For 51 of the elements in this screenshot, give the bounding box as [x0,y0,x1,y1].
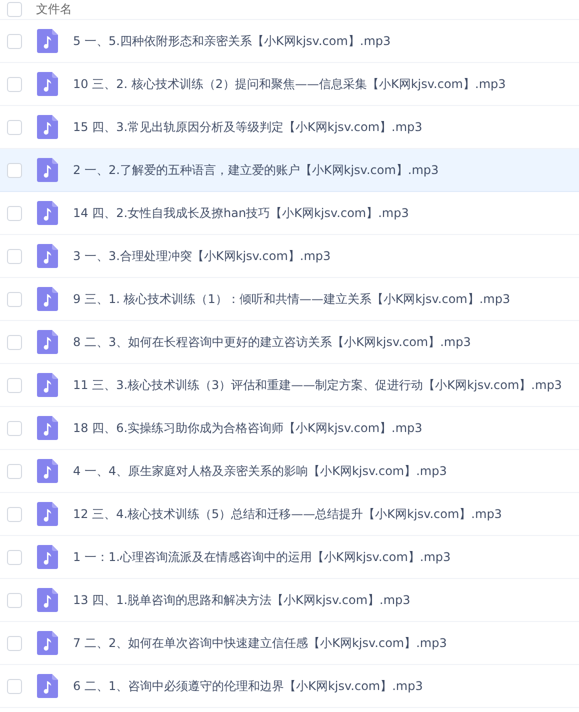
file-name: 10 三、2. 核心技术训练（2）提问和聚焦——信息采集【小K网kjsv.com】.mp3 [73,76,506,92]
file-name: 3 一、3.合理处理冲突【小K网kjsv.com】.mp3 [73,248,331,264]
file-name: 5 一、5.四种依附形态和亲密关系【小K网kjsv.com】.mp3 [73,32,391,50]
file-name: 15 四、3.常见出轨原因分析及等级判定【小K网kjsv.com】.mp3 [73,118,422,136]
row-checkbox[interactable] [7,464,22,478]
file-name: 1 一：1.心理咨询流派及在情感咨询中的运用【小K网kjsv.com】.mp3 [73,548,451,566]
row-checkbox[interactable] [7,378,22,392]
file-name: 2 一、2.了解爱的五种语言，建立爱的账户【小K网kjsv.com】.mp3 [73,162,439,178]
row-checkbox[interactable] [7,550,22,564]
file-name: 4 一、4、原生家庭对人格及亲密关系的影响【小K网kjsv.com】.mp3 [73,462,447,480]
select-all-checkbox[interactable] [7,2,22,17]
music-file-icon [37,72,58,96]
row-checkbox[interactable] [7,120,22,134]
music-file-icon [37,201,58,225]
file-name: 7 二、2、如何在单次咨询中快速建立信任感【小K网kjsv.com】.mp3 [73,634,447,652]
music-file-icon [37,416,58,440]
row-checkbox[interactable] [7,292,22,306]
file-name: 11 三、3.核心技术训练（3）评估和重建——制定方案、促进行动【小K网kjsv.com】.mp3 [73,376,562,394]
music-file-icon [37,115,58,139]
music-file-icon [37,287,58,311]
file-name: 8 二、3、如何在长程咨询中更好的建立咨访关系【小K网kjsv.com】.mp3 [73,334,471,350]
music-file-icon [37,373,58,397]
file-name: 14 四、2.女性自我成长及撩han技巧【小K网kjsv.com】.mp3 [73,204,409,222]
music-file-icon [37,502,58,526]
file-name: 6 二、1、咨询中必须遵守的伦理和边界【小K网kjsv.com】.mp3 [73,678,423,694]
row-checkbox[interactable] [7,678,22,694]
music-file-icon [37,29,58,53]
file-name: 9 三、1. 核心技术训练（1）：倾听和共情——建立关系【小K网kjsv.com】.mp3 [73,290,510,308]
music-file-icon [37,330,58,354]
file-row[interactable]: 2 一、2.了解爱的五种语言，建立爱的账户【小K网kjsv.com】.mp3 [0,149,579,192]
row-checkbox[interactable] [7,34,22,48]
row-checkbox[interactable] [7,76,22,92]
row-checkbox[interactable] [7,334,22,350]
file-name: 13 四、1.脱单咨询的思路和解决方法【小K网kjsv.com】.mp3 [73,592,410,608]
row-checkbox[interactable] [7,592,22,608]
music-file-icon [37,244,58,268]
music-file-icon [37,158,58,182]
row-checkbox[interactable] [7,248,22,264]
file-name: 12 三、4.核心技术训练（5）总结和迁移——总结提升【小K网kjsv.com】.mp3 [73,506,502,522]
music-file-icon [37,631,58,655]
row-checkbox[interactable] [7,506,22,522]
music-file-icon [37,588,58,612]
music-file-icon [37,674,58,698]
row-checkbox[interactable] [7,206,22,220]
row-checkbox[interactable] [7,162,22,178]
file-name: 18 四、6.实操练习助你成为合格咨询师【小K网kjsv.com】.mp3 [73,420,422,436]
row-checkbox[interactable] [7,636,22,650]
music-file-icon [37,545,58,569]
column-header: 文件名 [36,1,72,18]
row-checkbox[interactable] [7,420,22,436]
music-file-icon [37,459,58,483]
